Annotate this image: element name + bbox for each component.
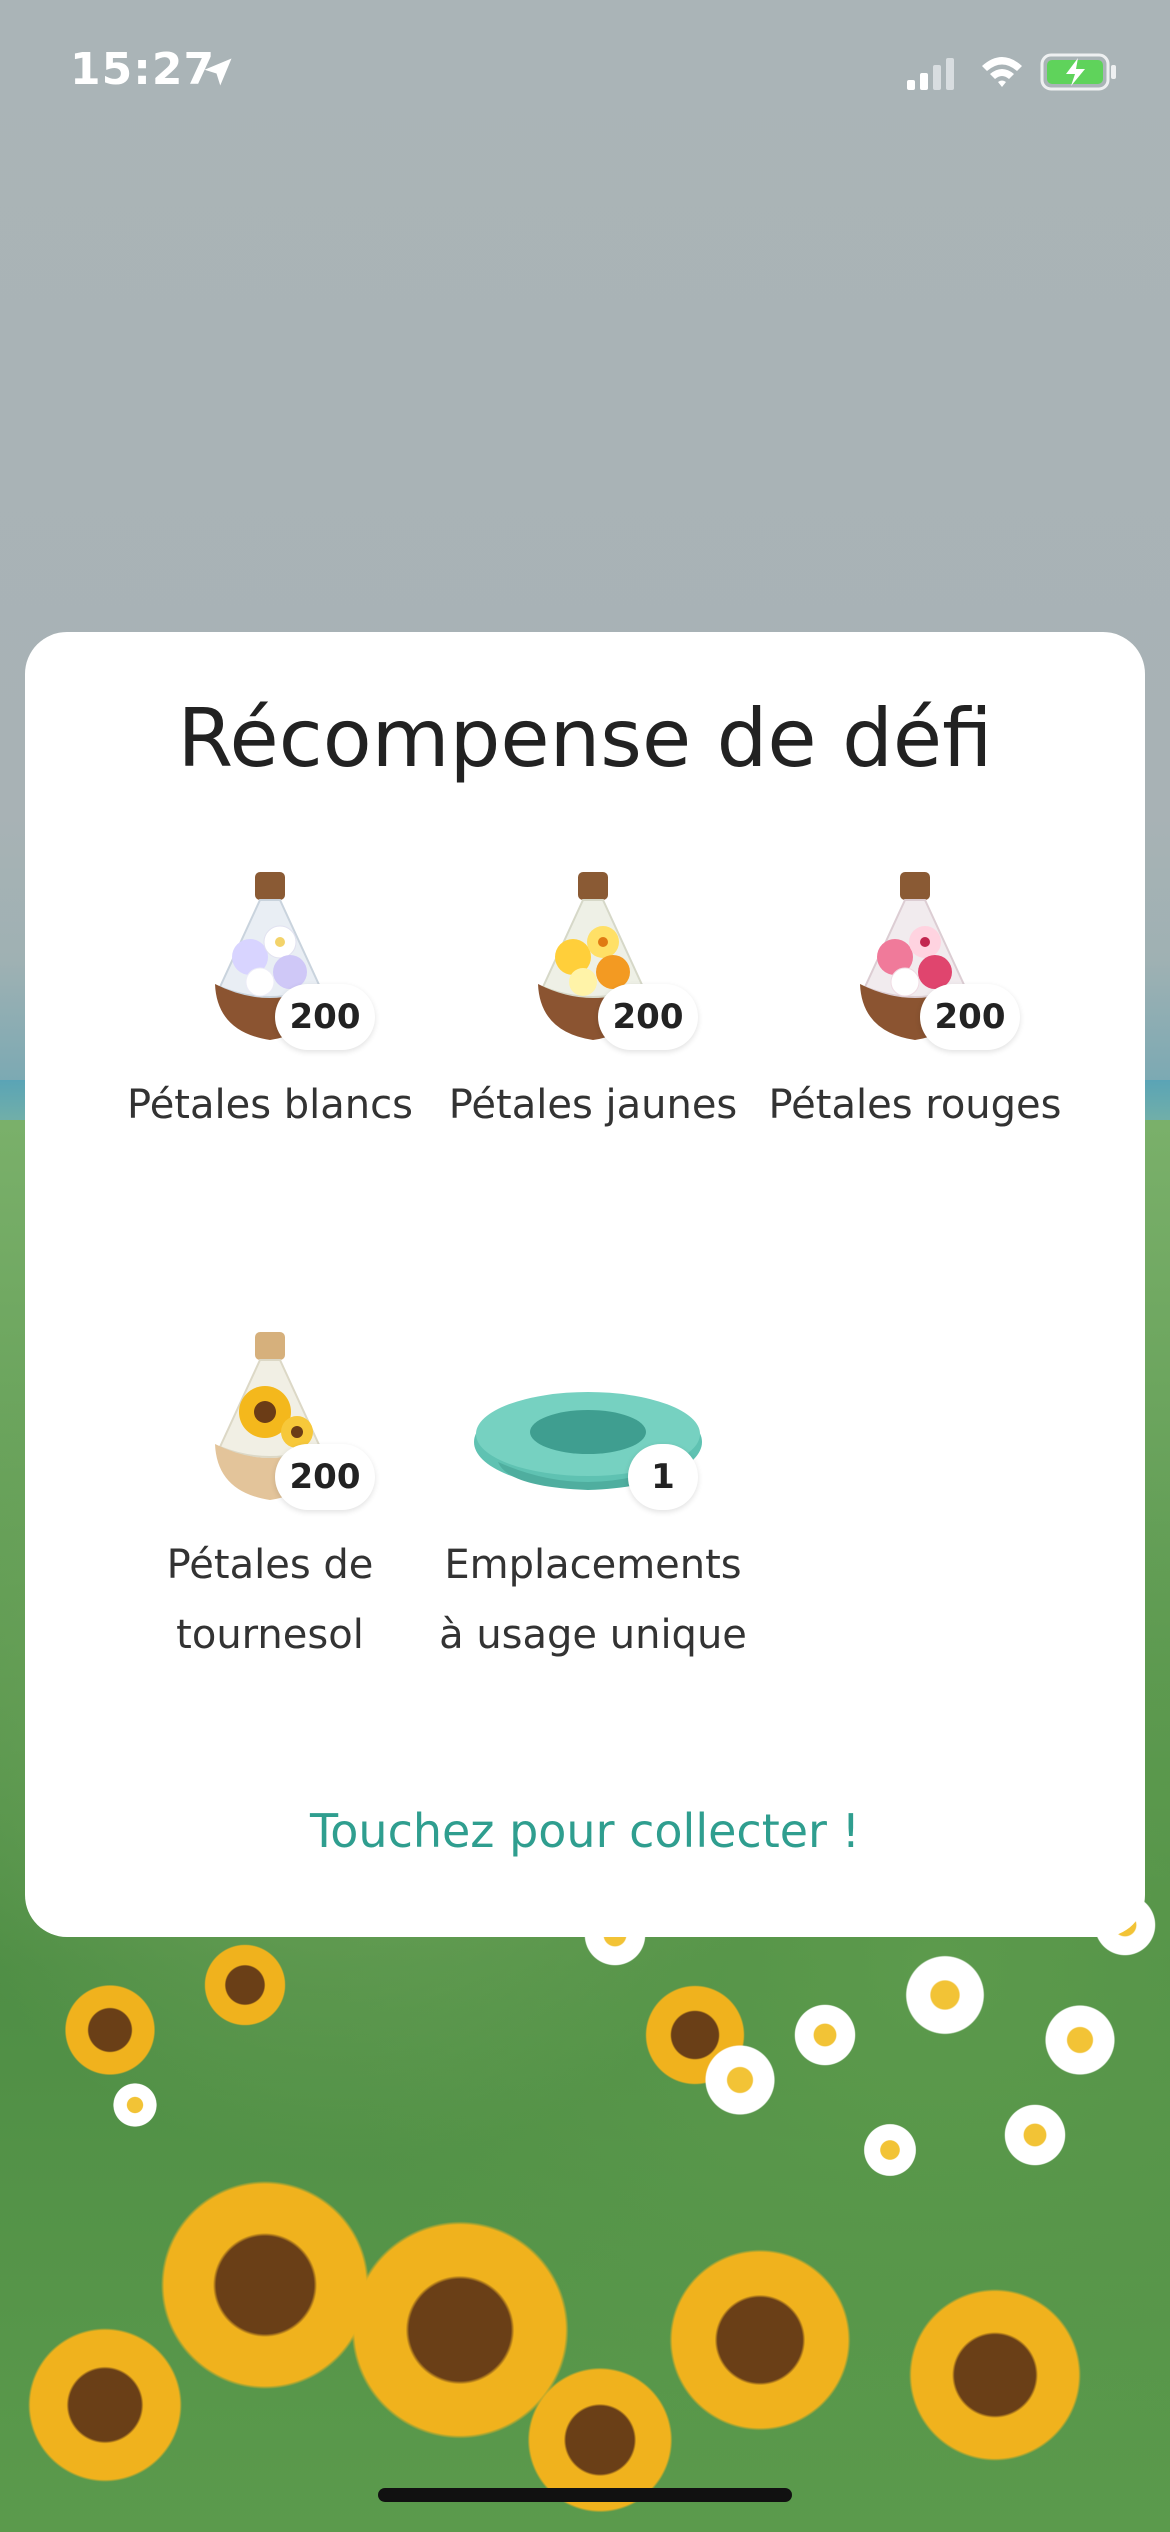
reward-label: Emplacements à usage unique — [423, 1530, 763, 1670]
cellular-signal-icon — [907, 58, 954, 90]
wifi-icon — [982, 57, 1022, 87]
sunflower-decoration — [660, 2240, 860, 2440]
reward-label: Pétales rouges — [768, 1082, 1062, 1128]
daisy-decoration — [700, 2040, 780, 2120]
quantity-badge: 200 — [920, 984, 1020, 1050]
quantity-badge: 1 — [628, 1444, 698, 1510]
reward-label-line: à usage unique — [439, 1612, 747, 1658]
reward-item-sunflower-petals: 200 Pétales de tournesol — [100, 1332, 440, 1670]
location-arrow-icon — [204, 58, 232, 86]
daisy-decoration — [1000, 2100, 1070, 2170]
reward-label: Pétales de tournesol — [100, 1530, 440, 1670]
home-indicator[interactable] — [378, 2488, 792, 2502]
sunflower-decoration — [200, 1940, 290, 2030]
tap-to-collect-button[interactable]: Touchez pour collecter ! — [25, 1804, 1145, 1858]
daisy-decoration — [900, 1950, 990, 2040]
sunflower-decoration — [60, 1980, 160, 2080]
quantity-badge: 200 — [275, 984, 375, 1050]
reward-label-line: tournesol — [176, 1612, 364, 1658]
challenge-reward-modal[interactable]: Récompense de défi 200 Pétales blancs 20… — [25, 632, 1145, 1937]
daisy-decoration — [1040, 2000, 1120, 2080]
reward-item-yellow-petals: 200 Pétales jaunes — [423, 872, 763, 1140]
sunflower-decoration — [20, 2320, 190, 2490]
modal-title: Récompense de défi — [177, 692, 993, 785]
quantity-badge: 200 — [598, 984, 698, 1050]
reward-item-red-petals: 200 Pétales rouges — [745, 872, 1085, 1140]
reward-label: Pétales jaunes — [448, 1082, 738, 1128]
quantity-badge: 200 — [275, 1444, 375, 1510]
daisy-decoration — [110, 2080, 160, 2130]
daisy-decoration — [860, 2120, 920, 2180]
daisy-decoration — [790, 2000, 860, 2070]
status-bar: 15:27 — [0, 0, 1170, 150]
status-time: 15:27 — [70, 44, 216, 95]
reward-label: Pétales blancs — [127, 1082, 413, 1128]
battery-charging-icon — [1040, 53, 1116, 91]
reward-label-line: Emplacements — [444, 1542, 742, 1588]
reward-item-white-petals: 200 Pétales blancs — [100, 872, 440, 1140]
reward-label-line: Pétales de — [166, 1542, 374, 1588]
reward-item-single-use-slot: 1 Emplacements à usage unique — [423, 1332, 763, 1670]
sunflower-decoration — [900, 2280, 1090, 2470]
